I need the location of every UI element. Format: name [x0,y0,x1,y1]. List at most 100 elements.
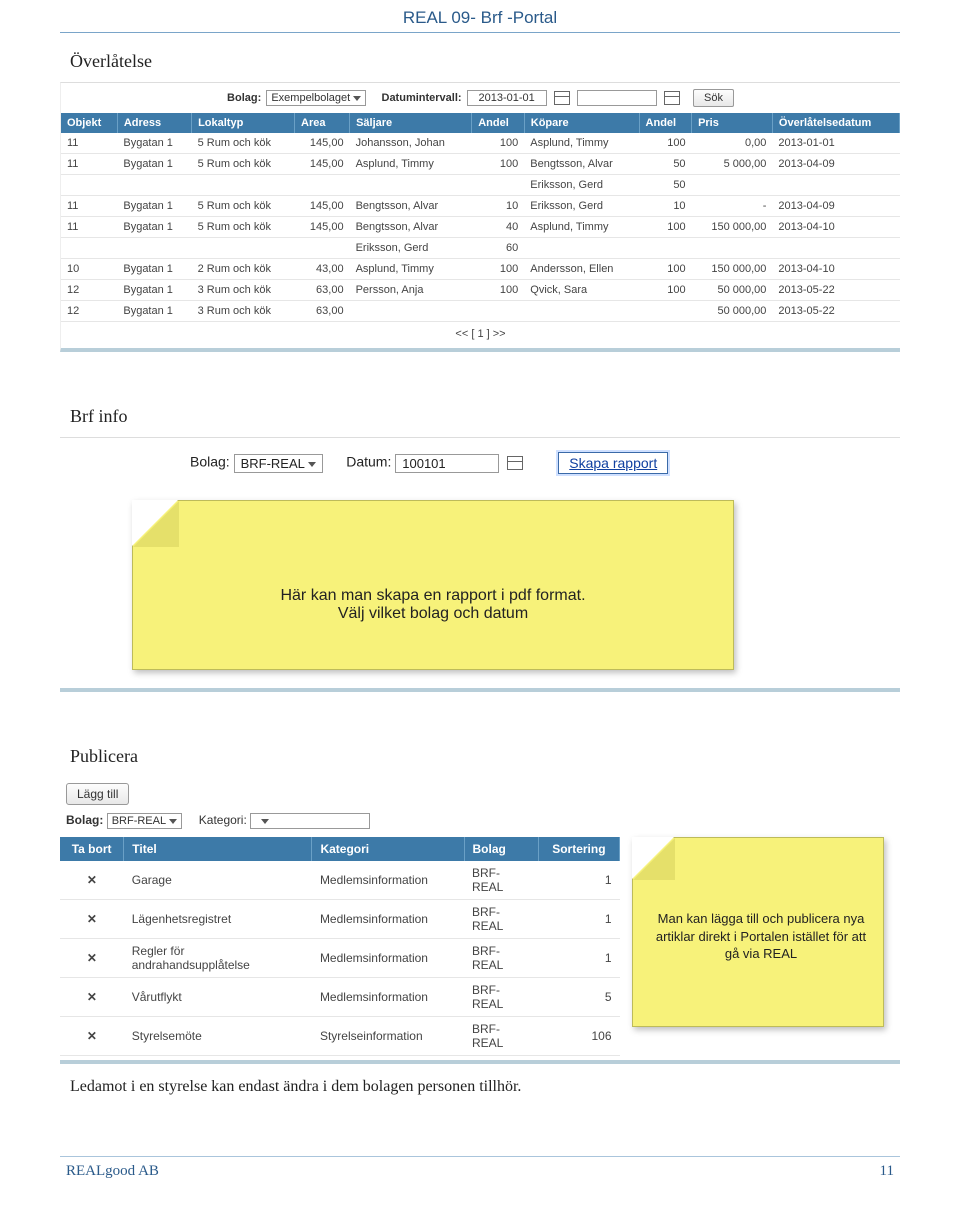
calendar-icon[interactable] [664,91,680,105]
page-header: REAL 09- Brf -Portal [60,0,900,33]
cell [295,175,350,196]
cell: 3 Rum och kök [192,280,295,301]
cell: 5 Rum och kök [192,217,295,238]
cell: 5 Rum och kök [192,196,295,217]
cell: BRF-REAL [464,900,538,939]
column-header[interactable]: Titel [124,837,312,861]
cell: Garage [124,861,312,900]
table-row: ✕VårutflyktMedlemsinformationBRF-REAL5 [60,978,620,1017]
cell: 145,00 [295,217,350,238]
cell [350,301,472,322]
cell: 106 [538,1017,619,1056]
column-header[interactable]: Säljare [350,113,472,133]
cell: Johansson, Johan [350,133,472,154]
delete-icon[interactable]: ✕ [60,1017,124,1056]
cell: 145,00 [295,154,350,175]
table-row: 11Bygatan 15 Rum och kök145,00Bengtsson,… [61,217,900,238]
table-row: Eriksson, Gerd50 [61,175,900,196]
bolag-select[interactable]: Exempelbolaget [266,90,366,106]
pager[interactable]: << [ 1 ] >> [61,322,900,348]
cell: 50 000,00 [692,301,773,322]
cell [61,238,117,259]
skapa-rapport-button[interactable]: Skapa rapport [558,452,668,474]
cell: Vårutflykt [124,978,312,1017]
cell: Bygatan 1 [117,217,191,238]
bolag-label: Bolag: [190,454,230,470]
column-header[interactable]: Bolag [464,837,538,861]
daterange-label: Datumintervall: [382,92,462,104]
page-footer: REALgood AB 11 [60,1156,900,1198]
search-button[interactable]: Sök [693,89,734,107]
column-header[interactable]: Sortering [538,837,619,861]
calendar-icon[interactable] [554,91,570,105]
table-row: 11Bygatan 15 Rum och kök145,00Johansson,… [61,133,900,154]
cell: 50 000,00 [692,280,773,301]
column-header[interactable]: Överlåtelsedatum [772,113,899,133]
column-header[interactable]: Objekt [61,113,117,133]
cell [472,175,525,196]
cell [472,301,525,322]
column-header[interactable]: Kategori [312,837,464,861]
cell: Bygatan 1 [117,196,191,217]
column-header[interactable]: Andel [472,113,525,133]
cell: 145,00 [295,196,350,217]
column-header[interactable]: Area [295,113,350,133]
cell: 5 000,00 [692,154,773,175]
cell: 5 [538,978,619,1017]
cell [192,238,295,259]
chevron-down-icon [261,819,269,824]
cell: BRF-REAL [464,1017,538,1056]
column-header[interactable]: Andel [639,113,692,133]
cell: Bengtsson, Alvar [350,217,472,238]
table-row: 10Bygatan 12 Rum och kök43,00Asplund, Ti… [61,259,900,280]
cell: BRF-REAL [464,978,538,1017]
publicera-table: Ta bortTitelKategoriBolagSortering ✕Gara… [60,837,620,1056]
cell: 100 [639,133,692,154]
cell: 1 [538,861,619,900]
kategori-select[interactable] [250,813,370,829]
calendar-icon[interactable] [507,456,523,470]
cell: Persson, Anja [350,280,472,301]
date-input[interactable]: 100101 [395,454,499,473]
bolag-select[interactable]: BRF-REAL [107,813,182,829]
cell: 100 [472,133,525,154]
overlatelse-panel: Bolag: Exempelbolaget Datumintervall: 20… [60,82,900,352]
cell: 100 [639,217,692,238]
delete-icon[interactable]: ✕ [60,861,124,900]
date-from-input[interactable]: 2013-01-01 [467,90,547,106]
footer-company: REALgood AB [66,1163,159,1180]
table-row: ✕Regler för andrahandsupplåtelseMedlemsi… [60,939,620,978]
cell [192,175,295,196]
section-title-overlatelse: Överlåtelse [70,51,960,72]
column-header[interactable]: Lokaltyp [192,113,295,133]
cell: 10 [639,196,692,217]
cell [524,301,639,322]
cell: 3 Rum och kök [192,301,295,322]
column-header[interactable]: Köpare [524,113,639,133]
lagg-till-button[interactable]: Lägg till [66,783,129,805]
cell: 5 Rum och kök [192,154,295,175]
cell: 100 [472,259,525,280]
cell: Bygatan 1 [117,133,191,154]
column-header[interactable]: Ta bort [60,837,124,861]
cell: Eriksson, Gerd [524,196,639,217]
cell: 2013-04-09 [772,154,899,175]
table-row: ✕LägenhetsregistretMedlemsinformationBRF… [60,900,620,939]
column-header[interactable]: Pris [692,113,773,133]
cell: 63,00 [295,280,350,301]
cell: 0,00 [692,133,773,154]
section-title-publicera: Publicera [70,746,960,767]
cell: 2013-01-01 [772,133,899,154]
date-to-input[interactable] [577,90,657,106]
cell: Medlemsinformation [312,900,464,939]
cell: 1 [538,939,619,978]
bolag-select[interactable]: BRF-REAL [234,454,323,473]
column-header[interactable]: Adress [117,113,191,133]
cell [350,175,472,196]
sticky-note: Man kan lägga till och publicera nya art… [632,837,884,1027]
delete-icon[interactable]: ✕ [60,978,124,1017]
delete-icon[interactable]: ✕ [60,939,124,978]
brfinfo-panel: Bolag: BRF-REAL Datum: 100101 Skapa rapp… [60,437,900,692]
cell [639,301,692,322]
delete-icon[interactable]: ✕ [60,900,124,939]
